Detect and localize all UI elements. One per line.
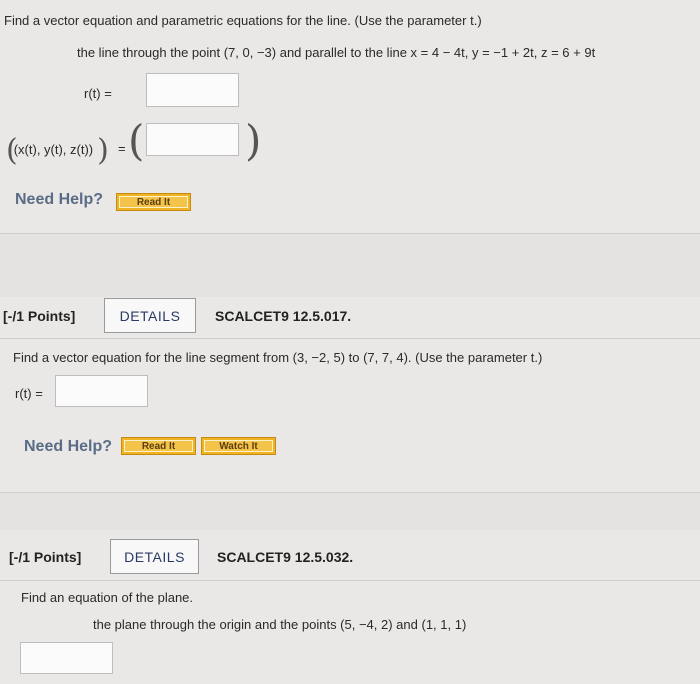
divider	[0, 580, 700, 581]
q1-subprompt: the line through the point (7, 0, −3) an…	[77, 45, 596, 60]
q3-plane-input[interactable]	[20, 642, 113, 674]
question-separator-band	[0, 492, 700, 530]
q2-watch-it-label: Watch It	[204, 440, 273, 452]
q2-need-help: Need Help?	[24, 438, 113, 455]
divider	[0, 492, 700, 493]
q2-read-it-button[interactable]: Read It	[121, 437, 196, 455]
q2-r-label: r(t) =	[15, 386, 43, 401]
q2-read-it-label: Read It	[124, 440, 193, 452]
divider	[0, 233, 700, 234]
q3-points: [-/1 Points]	[9, 549, 82, 565]
q3-code: SCALCET9 12.5.032.	[217, 549, 354, 565]
question-separator-band	[0, 233, 700, 297]
q3-details-button[interactable]: DETAILS	[110, 539, 199, 574]
param-vars: (x(t), y(t), z(t))	[13, 142, 94, 157]
q2-prompt: Find a vector equation for the line segm…	[13, 350, 543, 365]
q2-code: SCALCET9 12.5.017.	[215, 308, 352, 324]
q1-read-it-label: Read It	[119, 196, 188, 208]
q2-details-button[interactable]: DETAILS	[104, 298, 196, 333]
q2-vector-input[interactable]	[55, 375, 148, 407]
q1-prompt: Find a vector equation and parametric eq…	[4, 13, 482, 28]
big-left-paren-icon: (	[128, 116, 145, 165]
q1-need-help: Need Help?	[15, 191, 104, 208]
divider	[0, 338, 700, 339]
q2-points: [-/1 Points]	[3, 308, 76, 324]
q1-vector-input[interactable]	[146, 73, 239, 107]
q1-param-label: ((x(t), y(t), z(t)))	[6, 133, 109, 168]
q1-r-label: r(t) =	[84, 86, 112, 101]
q1-equals: =	[118, 141, 126, 156]
q2-watch-it-button[interactable]: Watch It	[201, 437, 276, 455]
q1-read-it-button[interactable]: Read It	[116, 193, 191, 211]
q3-prompt: Find an equation of the plane.	[21, 590, 194, 605]
big-right-paren-icon: )	[245, 116, 262, 165]
q3-subprompt: the plane through the origin and the poi…	[93, 617, 467, 632]
q1-param-input[interactable]	[146, 123, 239, 156]
right-paren-icon: )	[97, 133, 109, 168]
